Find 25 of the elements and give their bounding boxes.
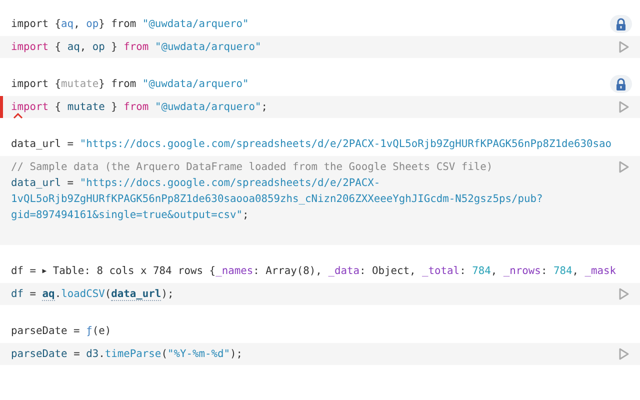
code-line: parseDate = d3.timeParse("%Y-%m-%d"); <box>11 347 244 362</box>
lock-icon[interactable] <box>610 75 632 93</box>
code-line: gid=897494161&single=true&output=csv"; <box>11 208 250 223</box>
code-line: df = aq.loadCSV(data_url); <box>11 287 175 302</box>
code-line: import { aq, op } from "@uwdata/arquero" <box>11 40 262 55</box>
code-line: import { mutate } from "@uwdata/arquero"; <box>11 100 269 115</box>
code-line: parseDate = ƒ(e) <box>11 324 112 339</box>
run-button[interactable] <box>618 100 630 114</box>
code-editor[interactable]: df = aq.loadCSV(data_url); <box>0 283 640 305</box>
code-line: import {aq, op} from "@uwdata/arquero" <box>11 17 249 32</box>
code-editor[interactable]: import { aq, op } from "@uwdata/arquero" <box>0 36 640 58</box>
code-line: data_url = "https://docs.google.com/spreadsheets/d/e/2PACX-1vQL5oRjb9ZgHURfKPAGK56nPp8Z1de630sao <box>11 137 612 152</box>
run-button[interactable] <box>618 347 630 361</box>
code-line: // Sample data (the Arquero DataFrame loaded from the Google Sheets CSV file) <box>11 160 494 175</box>
lock-icon[interactable] <box>610 15 632 33</box>
error-caret-icon <box>13 113 23 119</box>
run-button[interactable] <box>618 40 630 54</box>
code-line: data_url = "https://docs.google.com/spreadsheets/d/e/2PACX- <box>11 176 382 191</box>
run-button[interactable] <box>618 287 630 301</box>
run-button[interactable] <box>618 160 630 174</box>
code-editor[interactable]: parseDate = d3.timeParse("%Y-%m-%d"); <box>0 343 640 365</box>
code-line: 1vQL5oRjb9ZgHURfKPAGK56nPp8Z1de630saooa0859zhs_cNizn206ZXXeeeYghJIGcdm-N52gsz5ps/pub? <box>11 192 544 207</box>
code-editor[interactable] <box>0 156 640 245</box>
code-editor[interactable]: import { mutate } from "@uwdata/arquero"; <box>0 96 640 118</box>
code-line: import {mutate} from "@uwdata/arquero" <box>11 77 249 92</box>
